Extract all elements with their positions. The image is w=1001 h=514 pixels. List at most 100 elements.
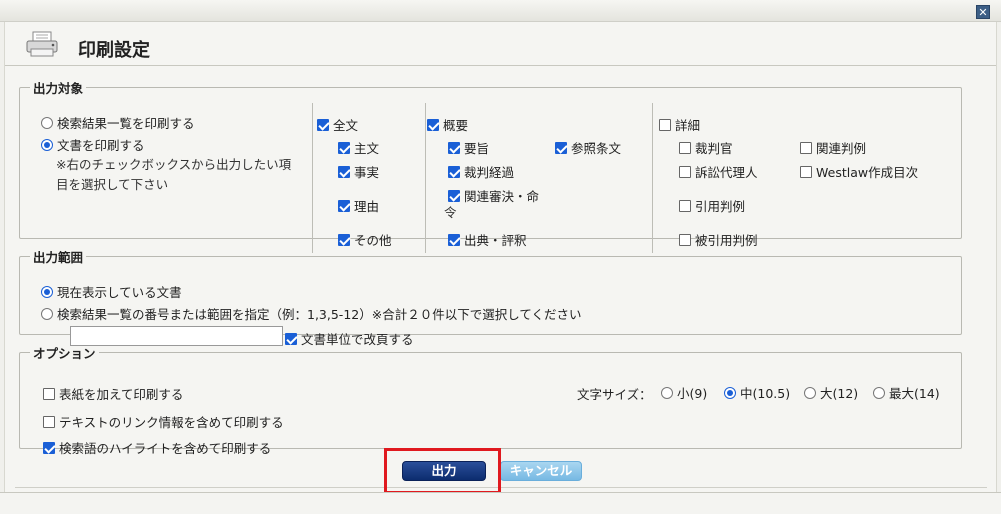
output-range-legend: 出力範囲 [33, 250, 84, 265]
checkbox-label: 表紙を加えて印刷する [59, 387, 184, 402]
printer-icon [26, 31, 58, 57]
close-icon[interactable]: ✕ [976, 5, 990, 19]
checkbox-kanren-hanrei[interactable]: 関連判例 [800, 138, 866, 157]
checkbox[interactable] [800, 141, 812, 154]
radio-print-list[interactable]: 検索結果一覧を印刷する [41, 113, 195, 132]
checkbox-kanren-shinketsu[interactable]: 関連審決・命 [448, 186, 539, 205]
radio-label: 検索結果一覧の番号または範囲を指定（例：1,3,5-12）※合計２０件以下で選択… [57, 307, 582, 322]
checkbox-label: 関連判例 [816, 141, 867, 156]
page-title: 印刷設定 [78, 40, 150, 61]
radio-button[interactable] [41, 307, 53, 320]
checkbox-label: 全文 [333, 118, 359, 133]
options-section: オプション 表紙を加えて印刷する テキストのリンク情報を含めて印刷する 検索語の… [19, 343, 962, 456]
checkbox-full-text[interactable]: 全文 [317, 115, 358, 134]
highlight-annotation [384, 448, 501, 494]
checkbox-soshou-dairinin[interactable]: 訴訟代理人 [679, 162, 758, 181]
radio-current-document[interactable]: 現在表示している文書 [41, 282, 182, 301]
radio-button[interactable] [41, 285, 53, 298]
checkbox[interactable] [679, 165, 691, 178]
checkbox[interactable] [43, 441, 55, 454]
radio-font-max[interactable]: 最大(14) [873, 383, 940, 402]
checkbox[interactable] [800, 165, 812, 178]
checkbox[interactable] [448, 141, 460, 154]
radio-button[interactable] [661, 386, 673, 399]
dialog-header: 印刷設定 [5, 22, 996, 66]
checkbox-label: 主文 [354, 141, 380, 156]
checkbox-label: 概要 [443, 118, 469, 133]
checkbox-label-wrap: 令 [444, 205, 457, 220]
radio-button[interactable] [41, 116, 53, 129]
checkbox-sanshou-joubun[interactable]: 参照条文 [555, 138, 621, 157]
checkbox[interactable] [338, 233, 350, 246]
checkbox-saibankan[interactable]: 裁判官 [679, 138, 733, 157]
checkbox-label: 検索語のハイライトを含めて印刷する [59, 441, 272, 456]
checkbox[interactable] [427, 118, 439, 131]
radio-button[interactable] [804, 386, 816, 399]
output-target-section: 出力対象 検索結果一覧を印刷する 文書を印刷する ※右のチェックボックスから出力… [19, 78, 962, 253]
checkbox[interactable] [338, 141, 350, 154]
checkbox[interactable] [43, 415, 55, 428]
checkbox[interactable] [679, 199, 691, 212]
checkbox-detail[interactable]: 詳細 [659, 115, 700, 134]
checkbox[interactable] [659, 118, 671, 131]
column-divider [312, 103, 313, 253]
options-legend: オプション [33, 346, 96, 361]
checkbox-label: 理由 [354, 199, 380, 214]
checkbox-link-info[interactable]: テキストのリンク情報を含めて印刷する [43, 412, 284, 431]
radio-label: 小(9) [677, 386, 708, 401]
window-titlebar: ✕ [0, 0, 1001, 22]
checkbox[interactable] [317, 118, 329, 131]
radio-label: 文書を印刷する [57, 138, 145, 153]
radio-font-small[interactable]: 小(9) [661, 383, 707, 402]
target-note-line2: 目を選択して下さい [56, 177, 169, 192]
target-note-line1: ※右のチェックボックスから出力したい項 [56, 157, 292, 172]
checkbox-westlaw-toc[interactable]: Westlaw作成目次 [800, 162, 918, 181]
checkbox-label: 引用判例 [695, 199, 746, 214]
checkbox-saiban-keika[interactable]: 裁判経過 [448, 162, 514, 181]
checkbox-label: 訴訟代理人 [695, 165, 758, 180]
checkbox-label: Westlaw作成目次 [816, 165, 919, 180]
checkbox-youshi[interactable]: 要旨 [448, 138, 489, 157]
radio-button[interactable] [41, 138, 53, 151]
checkbox-label: テキストのリンク情報を含めて印刷する [59, 415, 284, 430]
checkbox[interactable] [555, 141, 567, 154]
radio-specify-numbers[interactable]: 検索結果一覧の番号または範囲を指定（例：1,3,5-12）※合計２０件以下で選択… [41, 304, 581, 323]
radio-label: 現在表示している文書 [57, 285, 182, 300]
checkbox-inyou-hanrei[interactable]: 引用判例 [679, 196, 745, 215]
checkbox-cover-page[interactable]: 表紙を加えて印刷する [43, 384, 183, 403]
radio-label: 中(10.5) [740, 386, 791, 401]
checkbox[interactable] [679, 141, 691, 154]
checkbox[interactable] [448, 233, 460, 246]
checkbox[interactable] [679, 233, 691, 246]
radio-print-document[interactable]: 文書を印刷する [41, 135, 145, 154]
checkbox-label: 裁判官 [695, 141, 733, 156]
checkbox-label: 詳細 [675, 118, 701, 133]
radio-button[interactable] [724, 386, 736, 399]
checkbox-label: 参照条文 [571, 141, 622, 156]
print-settings-dialog: 印刷設定 出力対象 検索結果一覧を印刷する 文書を印刷する ※右のチェックボック… [4, 22, 997, 494]
checkbox-riyuu[interactable]: 理由 [338, 196, 379, 215]
radio-button[interactable] [873, 386, 885, 399]
checkbox-label: 事実 [354, 165, 380, 180]
divider [15, 487, 987, 488]
checkbox-label: 裁判経過 [464, 165, 515, 180]
radio-label: 検索結果一覧を印刷する [57, 116, 195, 131]
radio-font-large[interactable]: 大(12) [804, 383, 858, 402]
checkbox-search-highlight[interactable]: 検索語のハイライトを含めて印刷する [43, 438, 271, 457]
checkbox-summary[interactable]: 概要 [427, 115, 468, 134]
checkbox[interactable] [43, 387, 55, 400]
cancel-button[interactable]: キャンセル [500, 461, 582, 481]
column-divider [652, 103, 653, 253]
checkbox[interactable] [448, 189, 460, 202]
checkbox-label: 関連審決・命 [464, 189, 540, 204]
checkbox-jijitsu[interactable]: 事実 [338, 162, 379, 181]
output-target-legend: 出力対象 [33, 81, 84, 96]
window-footer [0, 492, 1001, 514]
checkbox[interactable] [338, 199, 350, 212]
checkbox[interactable] [448, 165, 460, 178]
column-divider [425, 103, 426, 253]
checkbox[interactable] [338, 165, 350, 178]
radio-font-medium[interactable]: 中(10.5) [724, 383, 790, 402]
checkbox-shubun[interactable]: 主文 [338, 138, 379, 157]
output-range-section: 出力範囲 現在表示している文書 検索結果一覧の番号または範囲を指定（例：1,3,… [19, 247, 962, 347]
